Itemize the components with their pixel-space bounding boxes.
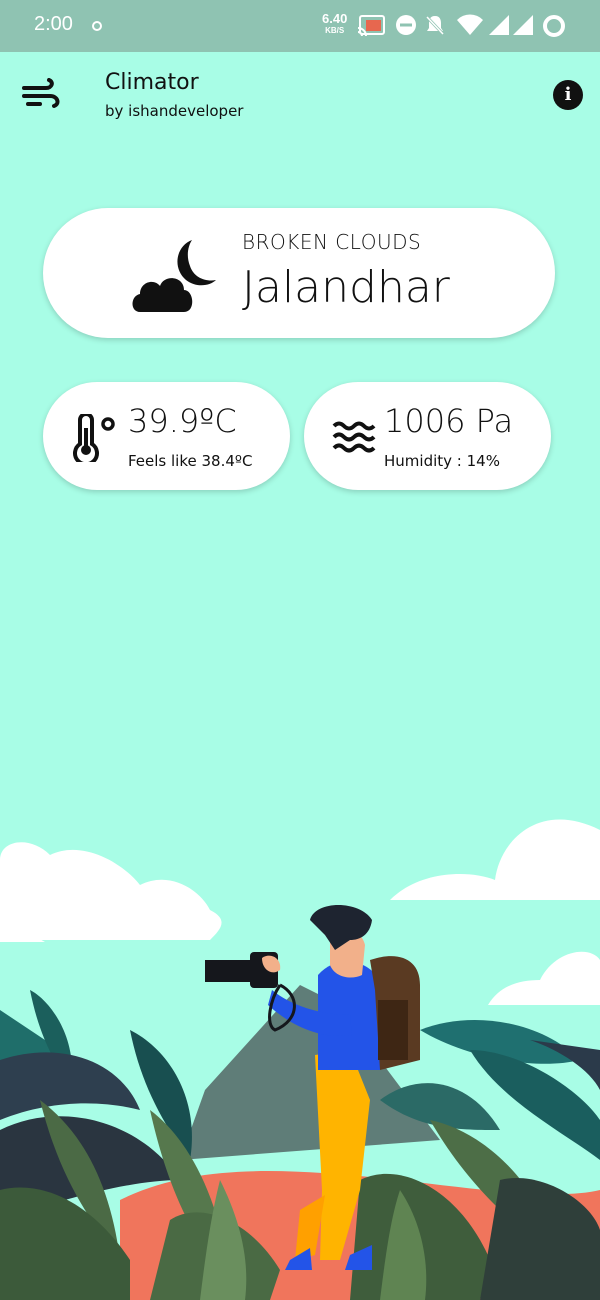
dnd-icon <box>396 15 416 35</box>
cast-icon <box>357 15 385 37</box>
info-icon: i <box>564 84 572 105</box>
weather-condition: BROKEN CLOUDS <box>242 230 422 254</box>
humidity: Humidity : 14% <box>384 452 500 470</box>
cloud-moon-icon <box>132 240 216 312</box>
mute-bell-icon <box>425 15 445 36</box>
wifi-icon <box>457 14 483 35</box>
network-speed: 6.40 KB/S <box>322 11 348 37</box>
status-time: 2:00 <box>34 13 73 35</box>
pressure-value: 1006 Pa <box>384 402 514 440</box>
network-speed-unit: KB/S <box>325 26 345 35</box>
thermometer-icon <box>73 414 115 462</box>
signal-2-icon <box>513 15 533 35</box>
wind-icon <box>22 78 60 108</box>
feels-like: Feels like 38.4ºC <box>128 452 253 470</box>
status-bar: 2:00 6.40 KB/S <box>0 0 600 52</box>
network-speed-value: 6.40 <box>322 11 348 26</box>
city-name: Jalandhar <box>242 262 450 313</box>
photographer-illustration <box>0 819 600 1300</box>
waves-icon <box>332 421 376 453</box>
signal-icon <box>489 15 509 35</box>
notification-dot-icon <box>92 21 102 31</box>
app-title: Climator <box>105 70 199 95</box>
info-button[interactable]: i <box>553 80 583 110</box>
battery-icon <box>543 15 565 37</box>
temperature-value: 39.9ºC <box>128 402 237 440</box>
app-subtitle: by ishandeveloper <box>105 102 244 120</box>
